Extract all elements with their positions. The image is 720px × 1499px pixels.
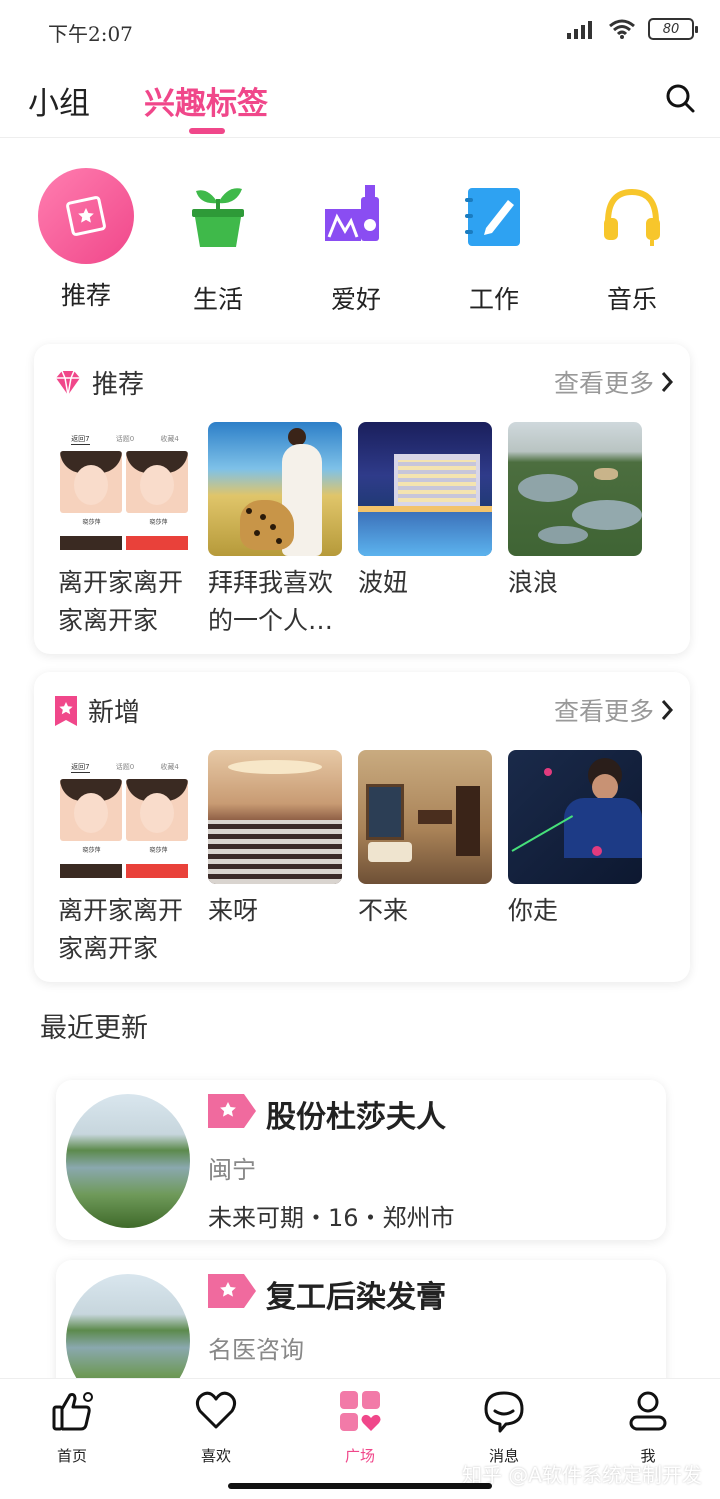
nav-label: 广场 [344,1447,375,1465]
nav-me[interactable]: 我 [598,1389,698,1466]
category-label: 爱好 [330,285,381,314]
conference-hall-thumb [208,750,342,884]
category-life[interactable]: 生活 [158,168,278,316]
section-header: 推荐 [54,364,144,401]
chat-bubble-icon [484,1391,524,1433]
recent-post[interactable]: 股份杜莎夫人 闽宁 未来可期・16・郑州市 [56,1080,666,1240]
app-screenshot-thumb: 返回7 话题0 收藏4 晓莎萍 晓莎萍 [58,750,192,884]
bookmark-star-icon [55,695,77,726]
post-title: 股份杜莎夫人 [266,1100,446,1135]
status-time: 下午2:07 [48,22,133,46]
nav-messages[interactable]: 消息 [454,1389,554,1466]
list-item[interactable]: 来呀 [208,750,342,968]
item-title: 浪浪 [508,568,559,597]
heart-icon [195,1391,237,1429]
item-title: 来呀 [208,896,259,925]
app-screenshot-thumb: 返回7 话题0 收藏4 晓莎萍 晓莎萍 [58,422,192,556]
category-row: 推荐 生活 爱好 工作 音乐 [0,168,720,318]
category-recommend[interactable]: 推荐 [26,168,146,312]
headphones-icon [584,168,680,264]
top-tabs: 小组 兴趣标签 [0,60,720,138]
new-section: 新增 查看更多 返回7 话题0 收藏4 晓莎萍 晓莎萍 离开家离开家离开家 来呀… [34,672,690,982]
see-more-label: 查看更多 [553,369,654,398]
nav-plaza[interactable]: 广场 [310,1389,410,1466]
category-work[interactable]: 工作 [434,168,554,316]
recent-updates-title: 最近更新 [40,1013,148,1044]
plaza-grid-icon [340,1391,381,1431]
item-title: 离开家离开家离开家 [58,896,184,963]
thumbs-up-icon [52,1392,93,1431]
section-items: 返回7 话题0 收藏4 晓莎萍 晓莎萍 [58,750,642,968]
post-subtitle: 闽宁 [208,1156,256,1184]
bottom-nav: 首页 喜欢 广场 消息 我 知乎 @A软件系统定制开发 [0,1378,720,1499]
home-indicator [228,1483,492,1489]
list-item[interactable]: 波妞 [358,422,492,640]
nav-label: 喜欢 [200,1447,231,1465]
hobby-camera-icon [308,168,404,264]
chevron-right-icon [661,700,674,720]
list-item[interactable]: 返回7 话题0 收藏4 晓莎萍 晓莎萍 离开家离开家离开家 [58,422,192,640]
item-title: 离开家离开家离开家 [58,568,184,635]
nav-label: 首页 [56,1447,87,1465]
category-label: 推荐 [60,281,111,310]
recommend-card-icon [38,168,134,264]
boy-with-yoyo-thumb [508,750,642,884]
notebook-pen-icon [446,168,542,264]
section-header: 新增 [54,692,140,729]
list-item[interactable]: 你走 [508,750,642,968]
wetland-aerial-thumb [508,422,642,556]
see-more-button[interactable]: 查看更多 [554,692,674,728]
item-title: 波妞 [358,568,409,597]
plant-pot-icon [170,168,266,264]
category-label: 音乐 [606,285,657,314]
post-avatar [66,1094,190,1228]
nav-home[interactable]: 首页 [22,1389,122,1466]
see-more-button[interactable]: 查看更多 [554,364,674,400]
item-title: 不来 [358,896,409,925]
post-meta: 未来可期・16・郑州市 [208,1204,455,1232]
category-label: 工作 [468,285,519,314]
nav-likes[interactable]: 喜欢 [166,1389,266,1466]
category-music[interactable]: 音乐 [572,168,692,316]
see-more-label: 查看更多 [553,697,654,726]
tab-groups[interactable]: 小组 [28,78,90,123]
post-subtitle: 名医咨询 [208,1336,304,1364]
watermark: 知乎 @A软件系统定制开发 [461,1463,702,1487]
category-hobby[interactable]: 爱好 [296,168,416,316]
battery-level: 80 [662,21,680,37]
hotel-night-thumb [358,422,492,556]
status-bar: 下午2:07 80 [0,0,720,60]
hotel-room-thumb [358,750,492,884]
chevron-right-icon [661,372,674,392]
signal-icon [567,21,592,39]
list-item[interactable]: 返回7 话题0 收藏4 晓莎萍 晓莎萍 离开家离开家离开家 [58,750,192,968]
list-item[interactable]: 不来 [358,750,492,968]
tab-indicator [189,128,225,134]
battery-icon: 80 [648,18,698,40]
search-icon[interactable] [664,82,696,114]
post-title: 复工后染发膏 [266,1280,446,1315]
user-icon [629,1391,667,1431]
section-title: 推荐 [92,370,145,400]
list-item[interactable]: 浪浪 [508,422,642,640]
tag-star-icon [208,1274,256,1308]
category-label: 生活 [192,285,243,314]
list-item[interactable]: 拜拜我喜欢的一个人… [208,422,342,640]
woman-with-cheetah-thumb [208,422,342,556]
status-icons: 80 [566,18,698,40]
item-title: 拜拜我喜欢的一个人… [208,568,334,635]
diamond-icon [56,370,80,395]
wifi-icon [609,19,635,39]
recommend-section: 推荐 查看更多 返回7 话题0 收藏4 晓莎萍 晓莎萍 离开家离开家离开家 拜拜… [34,344,690,654]
tag-star-icon [208,1094,256,1128]
section-items: 返回7 话题0 收藏4 晓莎萍 晓莎萍 [58,422,642,640]
tab-interest-tags[interactable]: 兴趣标签 [144,78,268,123]
item-title: 你走 [508,896,559,925]
section-title: 新增 [88,698,141,728]
